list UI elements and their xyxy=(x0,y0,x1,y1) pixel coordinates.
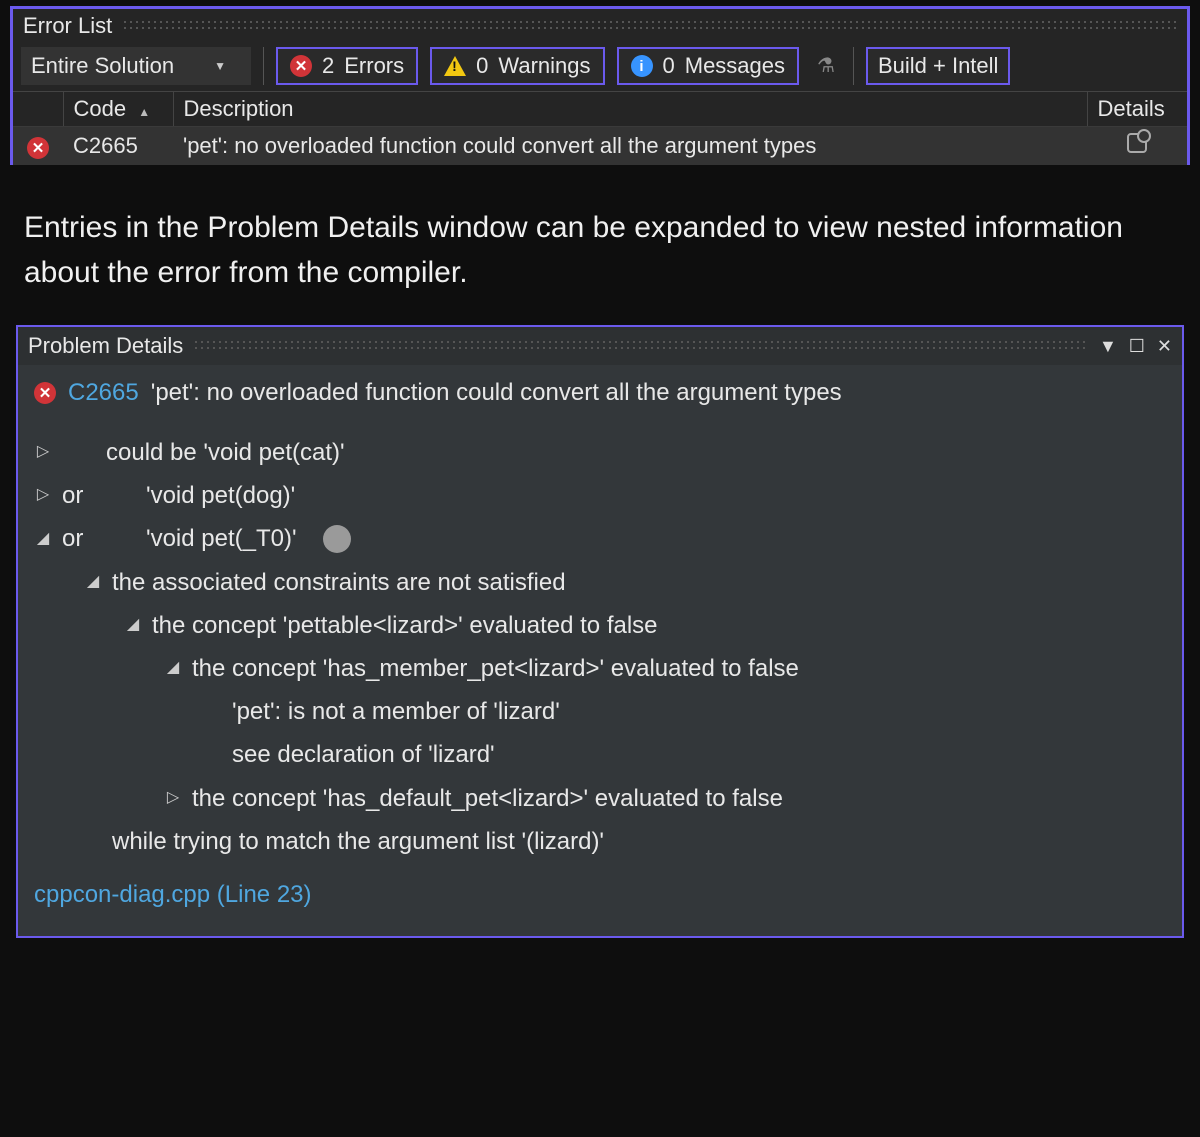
problem-details-title-bar[interactable]: Problem Details ▼ ☐ ✕ xyxy=(18,327,1182,365)
tree-row[interactable]: ◢ the concept 'pettable<lizard>' evaluat… xyxy=(34,604,1166,647)
warnings-count: 0 xyxy=(476,53,488,79)
tree-text: could be 'void pet(cat)' xyxy=(106,431,345,474)
tree-text: see declaration of 'lizard' xyxy=(232,733,495,776)
expand-collapsed-icon[interactable]: ▷ xyxy=(164,784,182,813)
title-grip[interactable] xyxy=(122,19,1177,33)
expand-expanded-icon[interactable]: ◢ xyxy=(164,654,182,683)
error-icon: ✕ xyxy=(27,137,49,159)
error-icon: ✕ xyxy=(290,55,312,77)
problem-details-panel: Problem Details ▼ ☐ ✕ ✕ C2665 'pet': no … xyxy=(16,325,1184,938)
error-list-title: Error List xyxy=(23,13,112,39)
details-column-header[interactable]: Details xyxy=(1087,92,1187,127)
tree-row[interactable]: ◢ the concept 'has_member_pet<lizard>' e… xyxy=(34,647,1166,690)
tree-row: 'pet': is not a member of 'lizard' xyxy=(34,690,1166,733)
tree-row[interactable]: ▷ the concept 'has_default_pet<lizard>' … xyxy=(34,777,1166,820)
chevron-down-icon: ▼ xyxy=(214,59,226,73)
details-tree: ▷ could be 'void pet(cat)' ▷ or 'void pe… xyxy=(34,431,1166,916)
problem-code-link[interactable]: C2665 xyxy=(68,379,139,407)
tree-row: while trying to match the argument list … xyxy=(34,820,1166,863)
errors-filter-button[interactable]: ✕ 2 Errors xyxy=(276,47,418,85)
scope-dropdown[interactable]: Entire Solution ▼ xyxy=(21,47,251,85)
code-column-header[interactable]: Code ▲ xyxy=(63,92,173,127)
source-label: Build + Intell xyxy=(878,53,998,79)
sort-ascending-icon: ▲ xyxy=(138,105,150,119)
error-list-panel: Error List Entire Solution ▼ ✕ 2 Errors … xyxy=(10,6,1190,165)
tree-text: the concept 'has_member_pet<lizard>' eva… xyxy=(192,647,799,690)
errors-label: Errors xyxy=(344,53,404,79)
scope-label: Entire Solution xyxy=(31,53,174,79)
error-description: 'pet': no overloaded function could conv… xyxy=(173,127,1087,166)
messages-label: Messages xyxy=(685,53,785,79)
tree-text: the concept 'pettable<lizard>' evaluated… xyxy=(152,604,658,647)
source-file-link[interactable]: cppcon-diag.cpp (Line 23) xyxy=(34,873,1166,916)
warnings-filter-button[interactable]: 0 Warnings xyxy=(430,47,604,85)
show-details-icon[interactable] xyxy=(1127,133,1147,153)
error-code: C2665 xyxy=(63,127,173,166)
messages-count: 0 xyxy=(663,53,675,79)
expand-expanded-icon[interactable]: ◢ xyxy=(34,525,52,554)
icon-column-header[interactable] xyxy=(13,92,63,127)
problem-header: ✕ C2665 'pet': no overloaded function co… xyxy=(34,379,1166,407)
warnings-label: Warnings xyxy=(498,53,590,79)
problem-details-title: Problem Details xyxy=(28,333,183,359)
title-grip[interactable] xyxy=(193,339,1089,353)
close-icon[interactable]: ✕ xyxy=(1157,336,1172,357)
tree-row[interactable]: ▷ or 'void pet(dog)' xyxy=(34,474,1166,517)
filter-icon[interactable]: ⚗ xyxy=(811,47,841,85)
chevron-down-icon[interactable]: ▼ xyxy=(1099,336,1117,357)
tree-row[interactable]: ▷ could be 'void pet(cat)' xyxy=(34,431,1166,474)
expand-collapsed-icon[interactable]: ▷ xyxy=(34,481,52,510)
errors-count: 2 xyxy=(322,53,334,79)
messages-filter-button[interactable]: i 0 Messages xyxy=(617,47,800,85)
caption-text: Entries in the Problem Details window ca… xyxy=(24,205,1176,295)
toolbar-divider xyxy=(263,47,264,85)
maximize-icon[interactable]: ☐ xyxy=(1129,336,1145,357)
tree-row[interactable]: ◢ the associated constraints are not sat… xyxy=(34,561,1166,604)
tree-text: while trying to match the argument list … xyxy=(112,820,604,863)
error-icon: ✕ xyxy=(34,382,56,404)
toolbar-divider xyxy=(853,47,854,85)
source-dropdown[interactable]: Build + Intell xyxy=(866,47,1010,85)
expand-expanded-icon[interactable]: ◢ xyxy=(84,568,102,597)
expand-collapsed-icon[interactable]: ▷ xyxy=(34,438,52,467)
cursor-indicator-icon xyxy=(323,525,351,553)
description-column-header[interactable]: Description xyxy=(173,92,1087,127)
warning-icon xyxy=(444,56,466,76)
error-list-toolbar: Entire Solution ▼ ✕ 2 Errors 0 Warnings … xyxy=(13,41,1187,91)
tree-text: 'pet': is not a member of 'lizard' xyxy=(232,690,560,733)
info-icon: i xyxy=(631,55,653,77)
tree-row[interactable]: ◢ or 'void pet(_T0)' xyxy=(34,517,1166,560)
error-row[interactable]: ✕ C2665 'pet': no overloaded function co… xyxy=(13,127,1187,166)
tree-text: the associated constraints are not satis… xyxy=(112,561,566,604)
tree-row: see declaration of 'lizard' xyxy=(34,733,1166,776)
tree-text: 'void pet(dog)' xyxy=(146,474,295,517)
error-list-title-bar[interactable]: Error List xyxy=(13,9,1187,41)
problem-message: 'pet': no overloaded function could conv… xyxy=(151,379,842,407)
tree-text: 'void pet(_T0)' xyxy=(146,517,297,560)
expand-expanded-icon[interactable]: ◢ xyxy=(124,611,142,640)
tree-text: the concept 'has_default_pet<lizard>' ev… xyxy=(192,777,783,820)
error-list-table: Code ▲ Description Details ✕ C2665 'pet'… xyxy=(13,91,1187,165)
